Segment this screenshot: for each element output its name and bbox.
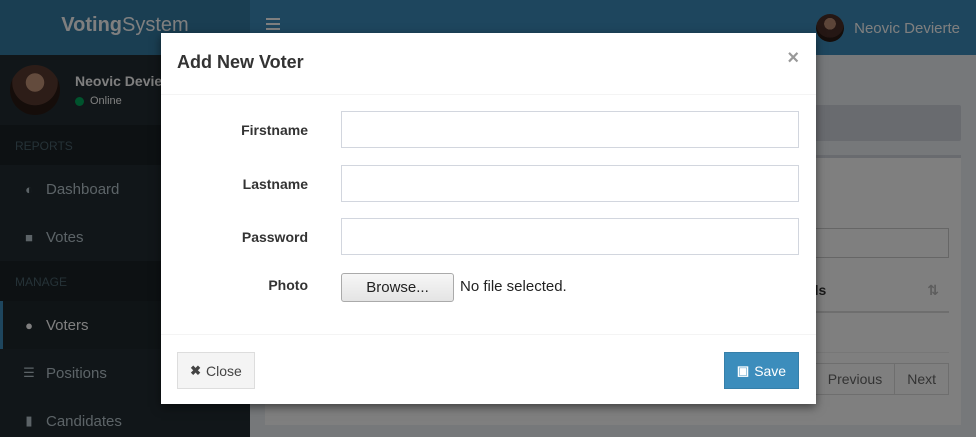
firstname-label: Firstname <box>241 122 308 138</box>
file-status-text: No file selected. <box>460 278 567 295</box>
close-icon[interactable]: × <box>787 47 799 70</box>
modal-header: Add New Voter × <box>161 33 816 95</box>
firstname-field[interactable] <box>341 111 799 148</box>
save-button-label: Save <box>754 362 787 379</box>
lastname-label: Lastname <box>242 176 308 192</box>
lastname-row: Lastname <box>161 165 816 202</box>
add-voter-modal: Add New Voter × Firstname Lastname Passw… <box>161 33 816 404</box>
password-field[interactable] <box>341 218 799 255</box>
close-icon: ✖ <box>190 362 202 378</box>
save-button[interactable]: ▣ Save <box>724 352 799 389</box>
close-button[interactable]: ✖ Close <box>177 352 255 389</box>
modal-body: Firstname Lastname Password Photo Browse… <box>161 95 816 335</box>
modal-footer: ✖ Close ▣ Save <box>161 334 816 404</box>
close-button-label: Close <box>206 362 242 379</box>
password-label: Password <box>241 229 308 245</box>
firstname-row: Firstname <box>161 111 816 148</box>
photo-label: Photo <box>268 277 308 293</box>
password-row: Password <box>161 218 816 255</box>
modal-title: Add New Voter <box>177 52 304 72</box>
browse-button[interactable]: Browse... <box>341 273 454 302</box>
lastname-field[interactable] <box>341 165 799 202</box>
save-icon: ▣ <box>736 362 750 378</box>
photo-row: Photo Browse... No file selected. <box>161 273 816 310</box>
